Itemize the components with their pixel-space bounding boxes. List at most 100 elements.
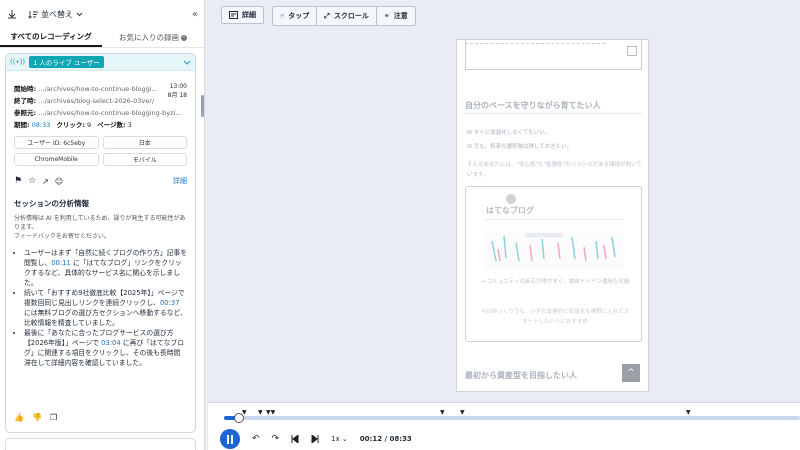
start-label: 開始時: [14, 85, 37, 93]
sidebar-scrollbar[interactable] [201, 95, 204, 117]
summary-item: ユーザーはまず「自然に続くブログの作り方」記事を閲覧し、00:11 に「はてなブ… [24, 248, 187, 288]
cursor-indicator [506, 194, 516, 204]
timestamp-link[interactable]: 03:04 [101, 339, 121, 347]
card-text-1: → コミュニティの反応が得やすく、独自ドメイン運用も可能 [480, 279, 630, 285]
details-link[interactable]: 詳細 [173, 176, 187, 186]
card-text-2: 今はゆっくりでも、いずれ本格的に収益化も視野に入れてスタートしたい人におすすめ [480, 309, 630, 325]
scroll-icon: ⤢ [324, 11, 330, 20]
sidebar: 並べ替え « すべてのレコーディング お気に入りの録画 i ((•)) 1 人のラ… [0, 0, 205, 450]
summary-item: 最後に「あなたに合ったブログサービスの選び方【2026年版】」ページで 03:0… [24, 328, 187, 368]
view-toolbar: 詳細 ☝ タップ ⤢ スクロール ⚭ 注意 [221, 6, 416, 26]
skip-back-icon[interactable] [291, 435, 299, 443]
session-stats-row: 期間: 08:33 クリック: 9 ページ数: 3 [6, 119, 195, 131]
end-page-row: 終了時: …/archives/blog-select-2026-03ver/ [6, 95, 186, 107]
check-text-2: でも、将来の選択肢は残しておきたい。 [473, 144, 573, 150]
playback-controls: ↶ ↷ 1x ⌄ 00:12 / 08:33 [220, 429, 412, 449]
session-card[interactable]: ((•)) 1 人のライブ ユーザー 13:00 8月 18 開始時: …/arc… [5, 53, 196, 433]
pages-value: 3 [127, 121, 132, 129]
thumbs-up-icon[interactable]: 👍 [14, 413, 24, 422]
end-url[interactable]: …/archives/blog-select-2026-03ver/ [38, 95, 154, 107]
browser-tag[interactable]: ChromeMobile [14, 153, 99, 166]
dashed-divider [465, 43, 605, 44]
live-users-badge: 1 人のライブ ユーザー [29, 56, 104, 68]
tap-icon: ☝ [280, 12, 285, 20]
start-url[interactable]: …/archives/how-to-continue-bloggi… [38, 83, 158, 95]
pause-icon [227, 434, 233, 444]
next-session-card[interactable] [5, 438, 196, 450]
info-icon[interactable]: i [181, 34, 187, 41]
event-marker[interactable]: ▼ [686, 409, 691, 416]
event-marker[interactable]: ▼ [460, 409, 465, 416]
progress-track[interactable] [224, 413, 800, 423]
page-top-box [465, 40, 642, 70]
sort-label: 並べ替え [41, 9, 73, 19]
collapse-sidebar-icon[interactable]: « [192, 9, 198, 20]
attention-icon: ⚭ [383, 12, 390, 20]
skip-forward-icon[interactable] [311, 435, 319, 443]
tap-label: タップ [288, 12, 310, 20]
analysis-summary: ユーザーはまず「自然に続くブログの作り方」記事を閲覧し、00:11 に「はてなブ… [6, 248, 195, 368]
check-item-1: ☒ すぐに収益化しなくてもいい。 [467, 128, 550, 136]
tab-favorite-label: お気に入りの録画 [119, 33, 179, 42]
clicks-value: 9 [86, 121, 92, 129]
rewind-icon[interactable]: ↶ [252, 434, 260, 444]
referrer-label: 参照元: [14, 109, 37, 117]
share-icon[interactable]: ↗ [42, 177, 49, 186]
analysis-note: 分析情報は AI を利用しているため、誤りが発生する可能性があります。 [14, 215, 186, 231]
sidebar-topbar: 並べ替え « [0, 0, 204, 28]
timestamp-link[interactable]: 00:37 [160, 299, 180, 307]
user-icon[interactable]: ☺ [55, 177, 63, 186]
referrer-url[interactable]: …/archives/how-to-continue-blogging-byzi… [38, 107, 182, 119]
duration-label: 期間: [14, 121, 30, 129]
event-marker[interactable]: ▼ [242, 409, 247, 416]
end-label: 終了時: [14, 97, 37, 105]
playback-timeline: ▼ ▼ ▼▼ ▼ ▼ ▼ ↶ ↷ 1x ⌄ 00:12 / 08:33 [208, 402, 800, 450]
attention-label: 注意 [393, 12, 408, 20]
recording-viewer: 自分のペースを守りながら育てたい人 ☒ すぐに収益化しなくてもいい。 ☒ でも、… [208, 30, 800, 402]
blog-service-card: はてなブログ → コミュニティの反応が得やすく、独自ドメイン運用も可能 今はゆっ… [465, 186, 642, 342]
session-actions: ⚑ ☆ ↗ ☺ 詳細 [6, 174, 195, 188]
session-tags: ユーザー ID: 6c5eby 日本 ChromeMobile モバイル [6, 136, 195, 166]
event-marker[interactable]: ▼ [258, 409, 263, 416]
start-page-row: 開始時: …/archives/how-to-continue-bloggi… [6, 83, 166, 95]
tab-favorite-recordings[interactable]: お気に入りの録画 i [102, 28, 204, 47]
user-id-tag[interactable]: ユーザー ID: 6c5eby [14, 136, 99, 149]
reaction-icon[interactable]: ⚑ [14, 176, 22, 186]
live-broadcast-icon: ((•)) [10, 58, 26, 66]
feedback-link[interactable]: フィードバックをお寄せください。 [6, 232, 195, 241]
overlay-toggle-group: ☝ タップ ⤢ スクロール ⚭ 注意 [272, 6, 416, 26]
sort-button[interactable]: 並べ替え [28, 9, 83, 20]
card-title: はてなブログ [486, 206, 534, 215]
speed-select[interactable]: 1x ⌄ [331, 435, 348, 443]
section-heading-2: 最初から資産型を目指したい人 [465, 371, 577, 380]
device-tag[interactable]: モバイル [102, 153, 187, 166]
scroll-button[interactable]: ⤢ スクロール [317, 7, 377, 25]
chevron-down-icon [76, 12, 83, 16]
tab-all-recordings[interactable]: すべてのレコーディング [0, 28, 102, 47]
country-tag[interactable]: 日本 [102, 136, 187, 149]
speed-value: 1x [331, 435, 340, 443]
pause-button[interactable] [220, 429, 240, 449]
thumbs-down-icon[interactable]: 👎 [32, 413, 42, 422]
mobile-page-replay[interactable]: 自分のペースを守りながら育てたい人 ☒ すぐに収益化しなくてもいい。 ☒ でも、… [456, 39, 649, 392]
live-users-header[interactable]: ((•)) 1 人のライブ ユーザー [6, 54, 195, 71]
download-icon[interactable] [6, 8, 18, 20]
copy-icon[interactable]: ❐ [50, 413, 57, 422]
analysis-title: セッションの分析情報 [14, 199, 89, 208]
check-text-1: すぐに収益化しなくてもいい。 [473, 130, 551, 136]
chevron-down-icon[interactable] [183, 60, 191, 65]
forward-icon[interactable]: ↷ [272, 434, 280, 444]
event-marker[interactable]: ▼▼ [266, 409, 275, 416]
referrer-row: 参照元: …/archives/how-to-continue-blogging-… [6, 107, 191, 119]
check-icon: ☒ [467, 144, 474, 150]
attention-button[interactable]: ⚭ 注意 [376, 7, 415, 25]
tap-button[interactable]: ☝ タップ [273, 7, 318, 25]
event-marker[interactable]: ▼ [440, 409, 445, 416]
scroll-to-top-icon[interactable]: ^ [622, 364, 640, 382]
menu-icon [627, 46, 637, 56]
timestamp-link[interactable]: 00:11 [51, 259, 71, 267]
duration-value: 08:33 [31, 121, 51, 129]
session-info: 13:00 8月 18 開始時: …/archives/how-to-contin… [6, 83, 195, 131]
star-icon[interactable]: ☆ [28, 176, 36, 186]
details-button[interactable]: 詳細 [221, 6, 264, 24]
